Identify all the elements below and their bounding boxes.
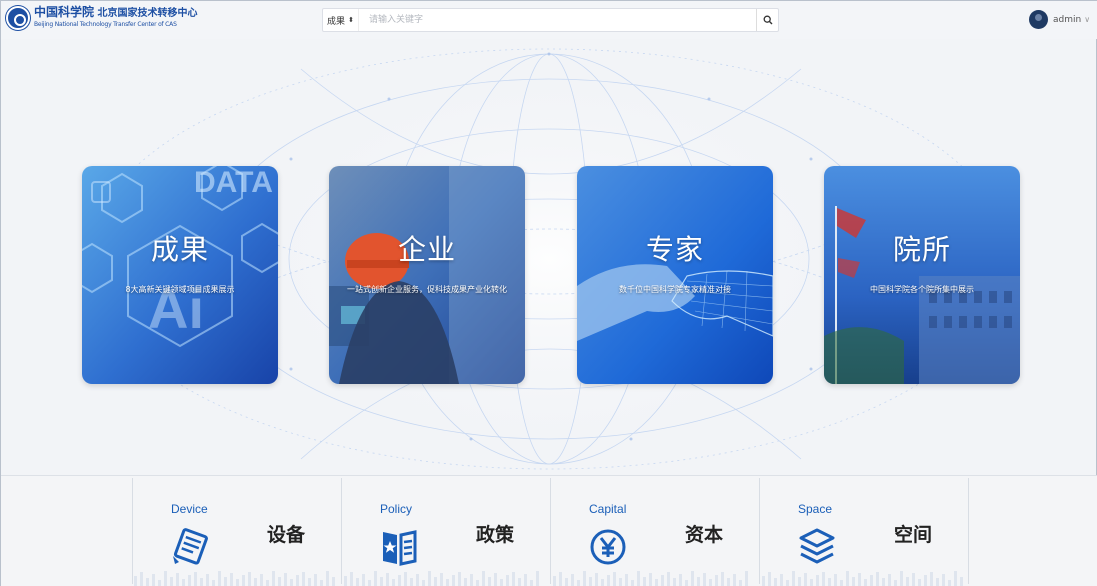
nav-capital[interactable]: Capital 资本 <box>551 478 760 584</box>
search-input[interactable] <box>359 9 756 31</box>
policy-book-icon <box>383 530 417 566</box>
yuan-icon <box>590 529 626 565</box>
device-icon <box>173 528 208 565</box>
logo-cn-sub: 北京国家技术转移中心 <box>97 7 198 19</box>
institute-building-image <box>824 166 1020 384</box>
search-category-label: 成果 <box>327 16 346 27</box>
card-subtitle: 中国科学院各个院所集中展示 <box>870 285 974 294</box>
search-icon <box>763 15 772 25</box>
hero-section: DATA Ai 成果 8大高新关键领域项目成果展示 企业 一站式创新企业服务，促… <box>1 39 1097 475</box>
card-subtitle: 8大高新关键领域项目成果展示 <box>125 285 235 294</box>
nav-space[interactable]: Space 空间 <box>760 478 969 584</box>
cas-seal-icon <box>6 6 30 30</box>
nav-cn-label: 设备 <box>267 524 306 546</box>
nav-en-label: Capital <box>589 502 627 516</box>
card-subtitle: 数千位中国科学院专家精准对接 <box>619 285 731 294</box>
logo-cn-main: 中国科学院 <box>34 4 95 19</box>
nav-cn-label: 资本 <box>685 524 724 546</box>
card-experts[interactable]: 专家 数千位中国科学院专家精准对接 <box>577 166 773 384</box>
ai-data-image: DATA Ai <box>82 166 278 384</box>
avatar <box>1029 10 1048 29</box>
nav-policy[interactable]: Policy 政策 <box>342 478 551 584</box>
nav-en-label: Space <box>798 502 833 516</box>
search-category-select[interactable]: 成果 ⬍ <box>323 9 359 31</box>
card-title: 专家 <box>645 233 704 266</box>
resource-panel: Device 设备 Policy 政策 Capital 资本 Space 空间 <box>132 478 969 584</box>
search-bar: 成果 ⬍ <box>322 8 779 32</box>
factory-worker-image <box>329 166 525 384</box>
nav-device[interactable]: Device 设备 <box>133 478 342 584</box>
layers-icon <box>799 528 835 564</box>
handshake-image <box>577 166 773 384</box>
card-institutes[interactable]: 院所 中国科学院各个院所集中展示 <box>824 166 1020 384</box>
card-subtitle: 一站式创新企业服务，促科技成果产业化转化 <box>347 285 507 294</box>
nav-en-label: Device <box>171 502 208 516</box>
card-title: 企业 <box>397 233 456 266</box>
logo-en: Beijing National Technology Transfer Cen… <box>34 20 177 28</box>
user-menu[interactable]: admin ∨ <box>1029 10 1090 29</box>
card-title: 院所 <box>892 233 951 266</box>
top-header: 中国科学院 北京国家技术转移中心 Beijing National Techno… <box>1 1 1097 39</box>
cas-logo[interactable]: 中国科学院 北京国家技术转移中心 Beijing National Techno… <box>6 6 198 30</box>
nav-en-label: Policy <box>380 502 413 516</box>
bottom-nav: Device 设备 Policy 政策 Capital 资本 Space 空间 <box>1 475 1097 586</box>
search-button[interactable] <box>756 9 778 31</box>
nav-cn-label: 政策 <box>476 524 515 546</box>
chevron-down-icon: ∨ <box>1084 15 1091 24</box>
user-name: admin <box>1053 14 1082 25</box>
card-achievements[interactable]: DATA Ai 成果 8大高新关键领域项目成果展示 <box>82 166 278 384</box>
svg-text:DATA: DATA <box>194 166 273 199</box>
sort-arrows-icon: ⬍ <box>348 16 354 24</box>
card-enterprises[interactable]: 企业 一站式创新企业服务，促科技成果产业化转化 <box>329 166 525 384</box>
nav-cn-label: 空间 <box>894 524 933 546</box>
card-title: 成果 <box>150 233 209 266</box>
